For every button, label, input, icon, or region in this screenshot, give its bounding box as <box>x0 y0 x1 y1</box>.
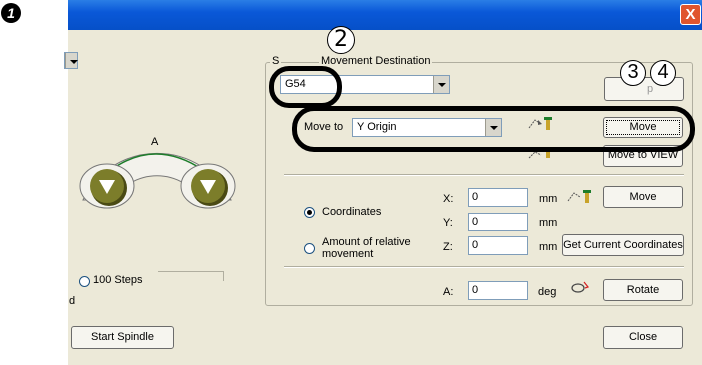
z-unit: mm <box>539 241 558 253</box>
cut-text: d <box>69 295 76 307</box>
steps-groupline <box>158 271 224 281</box>
svg-text:1: 1 <box>7 5 15 21</box>
callout-number-4: 4 <box>650 60 676 86</box>
coordinates-label: Coordinates <box>322 206 382 218</box>
y-unit: mm <box>539 217 558 229</box>
close-button[interactable]: Close <box>603 326 683 349</box>
get-current-coordinates-button[interactable]: Get Current Coordinates <box>562 234 684 256</box>
chevron-down-icon <box>65 53 78 68</box>
callout-ring-move-to <box>292 106 695 152</box>
x-unit: mm <box>539 193 558 205</box>
rotate-icon <box>571 281 590 293</box>
chevron-down-icon <box>433 76 449 93</box>
step-one-icon: 1 <box>1 3 21 23</box>
groupbox-title-prefix: S <box>270 55 282 67</box>
callout-number-3: 3 <box>620 60 646 86</box>
jog-plus-button[interactable] <box>180 163 236 209</box>
rotate-button[interactable]: Rotate <box>603 279 683 301</box>
down-arrow-icon <box>180 163 236 209</box>
steps-radio[interactable] <box>79 276 90 287</box>
a-label: A: <box>443 286 454 298</box>
jog-axis-label: A <box>151 136 159 148</box>
title-bar <box>68 0 702 30</box>
y-input[interactable]: 0 <box>468 213 528 231</box>
relative-radio[interactable] <box>304 243 315 254</box>
callout-ring-coord-system <box>269 66 342 108</box>
jog-minus-button[interactable] <box>79 163 135 209</box>
start-spindle-button[interactable]: Start Spindle <box>71 326 174 349</box>
left-combo[interactable] <box>64 52 78 69</box>
close-window-button[interactable]: X <box>680 4 701 25</box>
relative-label-line1: Amount of relative <box>322 236 411 248</box>
steps-label: 100 Steps <box>93 274 143 286</box>
spindle-xyz-icon <box>567 190 591 203</box>
step-marker: 1 <box>0 2 22 24</box>
close-icon: X <box>685 6 696 23</box>
relative-label-line2: movement <box>322 248 374 260</box>
move-xyz-button[interactable]: Move <box>603 186 683 208</box>
z-input[interactable]: 0 <box>468 236 528 255</box>
z-label: Z: <box>443 241 453 253</box>
separator-top <box>284 174 684 176</box>
x-label: X: <box>443 193 454 205</box>
x-input[interactable]: 0 <box>468 188 528 207</box>
y-label: Y: <box>443 217 453 229</box>
down-arrow-icon <box>79 163 135 209</box>
separator-bottom <box>284 266 684 268</box>
a-unit: deg <box>538 286 557 298</box>
partial-button-label: p <box>647 83 654 95</box>
a-input[interactable]: 0 <box>468 281 528 300</box>
coordinates-radio[interactable] <box>304 207 315 218</box>
groupbox-title: Movement Destination <box>319 55 433 67</box>
callout-number-2: 2 <box>327 26 355 54</box>
